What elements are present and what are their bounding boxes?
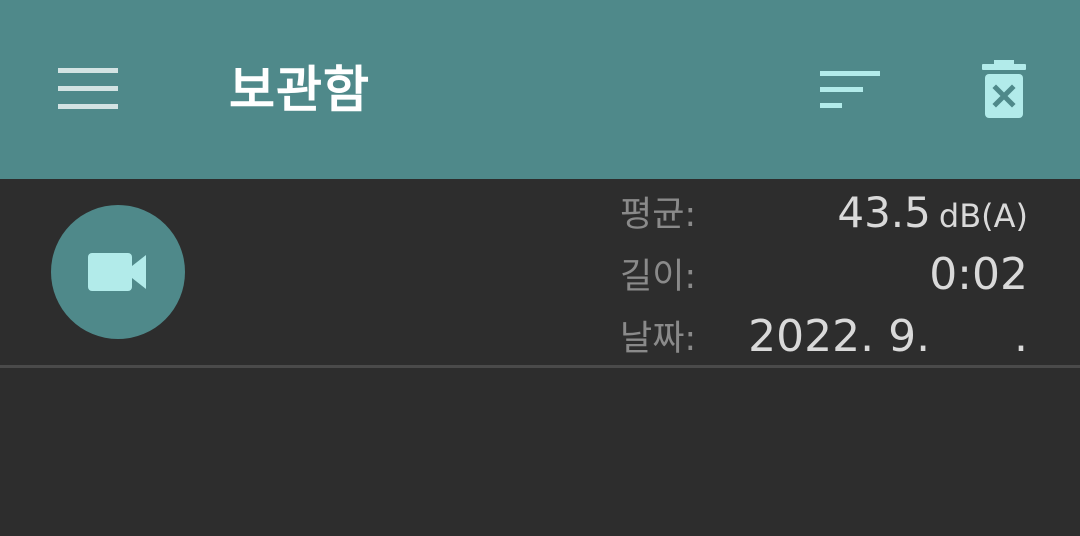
date-value: 2022. 9. . xyxy=(748,311,1028,362)
record-type-avatar xyxy=(51,205,185,339)
app-toolbar: 보관함 xyxy=(0,0,1080,179)
date-label: 날짜: xyxy=(620,319,697,359)
length-value: 0:02 xyxy=(929,249,1028,300)
sort-icon xyxy=(820,71,880,108)
record-list-item[interactable]: 평균: 43.5 dB(A) 길이: 0:02 날짜: 2022. 9. . xyxy=(0,179,1080,365)
average-unit: dB(A) xyxy=(938,197,1028,235)
sort-button[interactable] xyxy=(806,52,896,128)
average-label: 평균: xyxy=(620,195,697,235)
menu-button[interactable] xyxy=(40,50,138,128)
delete-all-icon xyxy=(982,60,1026,118)
videocam-icon xyxy=(88,253,146,291)
page-title: 보관함 xyxy=(229,61,370,119)
average-number: 43.5 xyxy=(837,188,931,237)
average-value: 43.5 dB(A) xyxy=(837,189,1028,237)
archive-screen: 보관함 평균: 43.5 dB(A) 길이: 0:02 날짜: 2022. 9.… xyxy=(0,0,1080,536)
length-label: 길이: xyxy=(620,257,697,297)
menu-icon xyxy=(58,68,118,109)
empty-list-area xyxy=(0,368,1080,536)
delete-all-button[interactable] xyxy=(962,48,1046,132)
